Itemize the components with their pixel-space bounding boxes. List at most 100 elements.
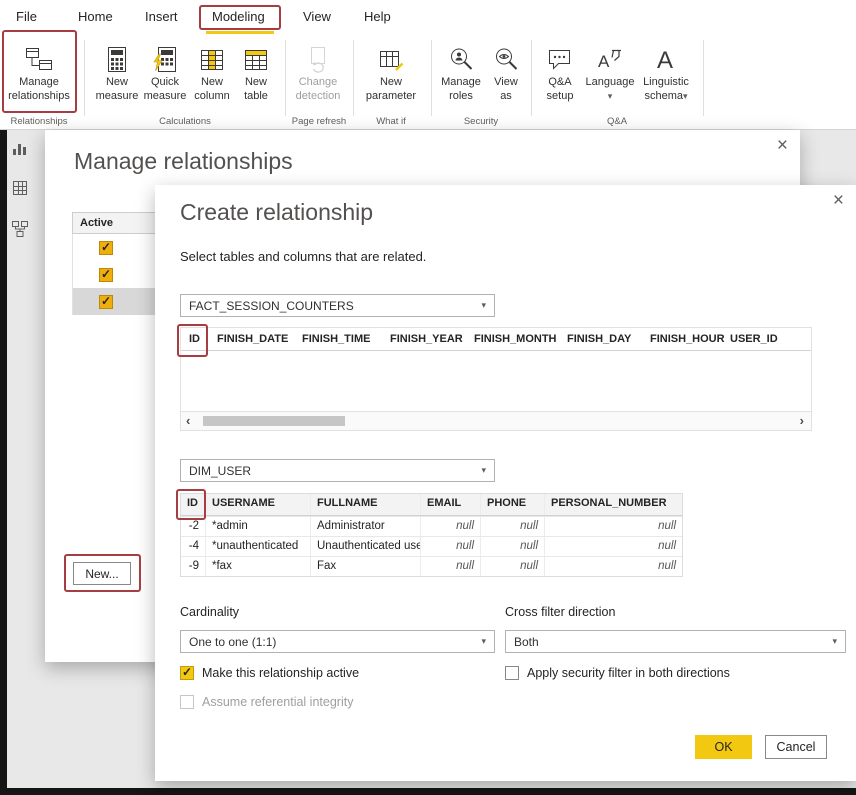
cell[interactable]: -9 [181, 557, 206, 576]
tab-help[interactable]: Help [364, 9, 391, 24]
table-row[interactable]: -9 *fax Fax null null null [181, 556, 682, 576]
button-label: View as [487, 76, 525, 104]
group-label-relationships: Relationships [0, 116, 78, 127]
cell[interactable]: null [421, 537, 481, 556]
manage-roles-button[interactable]: Manage roles [435, 37, 487, 113]
cell[interactable]: null [545, 557, 682, 576]
make-active-checkbox-row[interactable]: Make this relationship active [180, 666, 359, 680]
new-table-button[interactable]: New table [235, 37, 277, 113]
table2-col-fullname[interactable]: FULLNAME [311, 494, 421, 515]
manage-roles-icon [447, 37, 475, 73]
view-as-icon [492, 37, 520, 73]
cell[interactable]: *fax [206, 557, 311, 576]
table1-col-finish-month[interactable]: FINISH_MONTH [474, 333, 557, 345]
cell[interactable]: null [481, 517, 545, 536]
cell[interactable]: null [421, 557, 481, 576]
bottom-edge-bar [0, 788, 856, 795]
quick-measure-button[interactable]: Quick measure [141, 37, 189, 113]
cell[interactable]: *unauthenticated [206, 537, 311, 556]
table2-col-username[interactable]: USERNAME [206, 494, 311, 515]
referential-integrity-checkbox [180, 695, 194, 709]
make-active-checkbox[interactable] [180, 666, 194, 680]
cell[interactable]: null [481, 557, 545, 576]
table1-col-finish-hour[interactable]: FINISH_HOUR [650, 333, 725, 345]
cell[interactable]: -4 [181, 537, 206, 556]
cell[interactable]: null [481, 537, 545, 556]
cell[interactable]: null [545, 517, 682, 536]
table1-col-finish-day[interactable]: FINISH_DAY [567, 333, 631, 345]
tab-insert[interactable]: Insert [145, 9, 178, 24]
table1-select[interactable]: FACT_SESSION_COUNTERS ▾ [180, 294, 495, 317]
chevron-down-icon: ▾ [481, 636, 486, 647]
relationship-row[interactable] [72, 261, 162, 288]
cell[interactable]: *admin [206, 517, 311, 536]
language-icon: A [596, 37, 624, 73]
active-checkbox[interactable] [99, 295, 113, 309]
table2-select[interactable]: DIM_USER ▾ [180, 459, 495, 482]
table-row[interactable]: -4 *unauthenticated Unauthenticated user… [181, 536, 682, 556]
cross-filter-select[interactable]: Both ▾ [505, 630, 846, 653]
new-relationship-button[interactable]: New... [73, 562, 131, 585]
data-view-icon[interactable] [11, 179, 29, 202]
model-view-icon[interactable] [11, 220, 29, 243]
cell[interactable]: Unauthenticated user [311, 537, 421, 556]
cancel-button[interactable]: Cancel [765, 735, 827, 759]
table2-col-phone[interactable]: PHONE [481, 494, 545, 515]
tab-modeling[interactable]: Modeling [212, 9, 265, 24]
new-measure-button[interactable]: New measure [93, 37, 141, 113]
group-label-security: Security [433, 116, 529, 127]
table1-col-id[interactable]: ID [189, 333, 200, 345]
table1-col-finish-date[interactable]: FINISH_DATE [217, 333, 288, 345]
table1-col-user-id[interactable]: USER_ID [730, 333, 778, 345]
group-separator [285, 40, 286, 116]
table1-col-finish-time[interactable]: FINISH_TIME [302, 333, 370, 345]
new-column-button[interactable]: New column [189, 37, 235, 113]
active-checkbox[interactable] [99, 241, 113, 255]
cell[interactable]: -2 [181, 517, 206, 536]
table2-col-id[interactable]: ID [181, 494, 206, 515]
table2-col-personal-number[interactable]: PERSONAL_NUMBER [545, 494, 682, 515]
dialog-subtitle: Select tables and columns that are relat… [180, 249, 426, 264]
report-view-icon[interactable] [11, 140, 29, 163]
manage-relationships-button[interactable]: Manage relationships [3, 37, 75, 113]
cell[interactable]: Fax [311, 557, 421, 576]
close-icon[interactable]: × [777, 136, 788, 155]
new-parameter-button[interactable]: New parameter [359, 37, 423, 113]
relationship-row[interactable] [72, 234, 162, 261]
linguistic-schema-button[interactable]: A Linguistic schema▾ [635, 37, 697, 113]
chevron-down-icon: ▾ [832, 636, 837, 647]
table1-horizontal-scrollbar[interactable]: ‹ › [181, 411, 811, 430]
tab-view[interactable]: View [303, 9, 331, 24]
svg-text:A: A [657, 47, 673, 73]
table-row[interactable]: -2 *admin Administrator null null null [181, 516, 682, 536]
cell[interactable]: Administrator [311, 517, 421, 536]
security-filter-checkbox[interactable] [505, 666, 519, 680]
chevron-down-icon: ▾ [683, 91, 688, 101]
cardinality-select[interactable]: One to one (1:1) ▾ [180, 630, 495, 653]
tab-file[interactable]: File [16, 9, 37, 24]
cell[interactable]: null [545, 537, 682, 556]
chevron-down-icon: ▾ [481, 300, 486, 311]
tab-home[interactable]: Home [78, 9, 113, 24]
security-filter-checkbox-row[interactable]: Apply security filter in both directions [505, 666, 730, 680]
table2-col-email[interactable]: EMAIL [421, 494, 481, 515]
left-edge-bar [0, 130, 7, 795]
language-button[interactable]: A Language ▾ [583, 37, 637, 113]
manage-relationships-icon [24, 37, 54, 73]
relationship-row-selected[interactable] [72, 288, 162, 315]
dialog-title: Create relationship [180, 199, 373, 226]
ok-button[interactable]: OK [695, 735, 752, 759]
new-measure-icon [105, 37, 129, 73]
table1-col-finish-year[interactable]: FINISH_YEAR [390, 333, 463, 345]
scroll-right-icon[interactable]: › [800, 413, 804, 428]
close-icon[interactable]: × [833, 191, 844, 210]
scrollbar-thumb[interactable] [203, 416, 345, 426]
powerbi-window: File Home Insert Modeling View Help Mana… [0, 0, 856, 795]
active-checkbox[interactable] [99, 268, 113, 282]
scroll-left-icon[interactable]: ‹ [186, 413, 190, 428]
button-label: Q&A setup [537, 76, 583, 104]
table2-header-row: ID USERNAME FULLNAME EMAIL PHONE PERSONA… [181, 494, 682, 516]
cell[interactable]: null [421, 517, 481, 536]
qna-setup-button[interactable]: Q&A setup [537, 37, 583, 113]
view-as-button[interactable]: View as [487, 37, 525, 113]
